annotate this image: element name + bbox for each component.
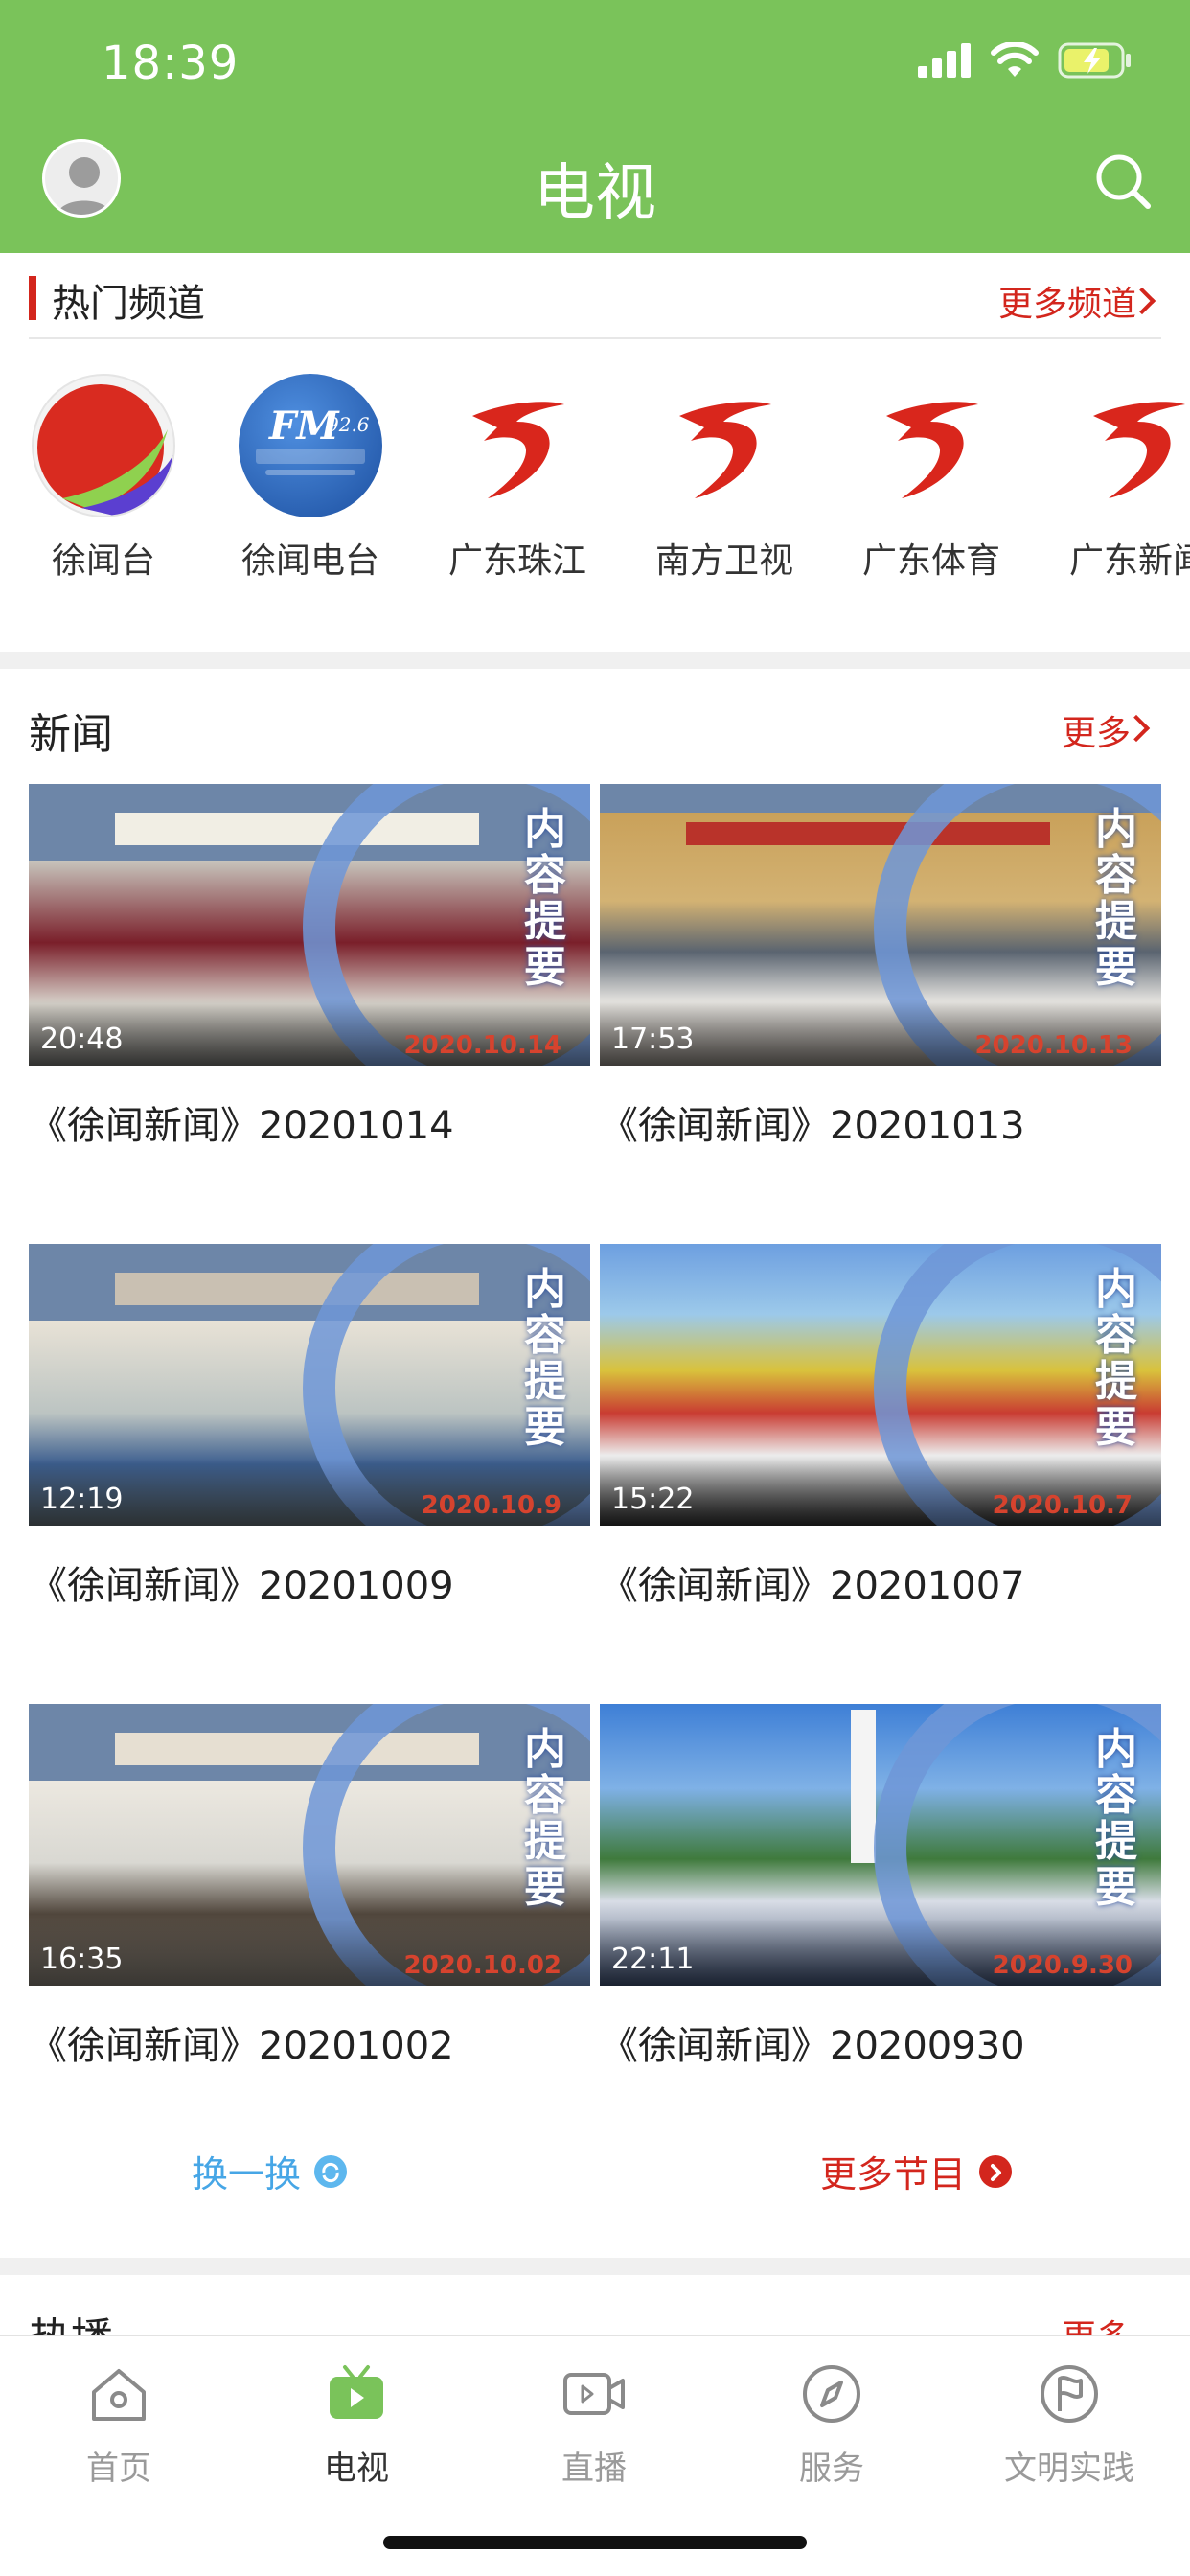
video-duration: 17:53 (611, 1023, 695, 1056)
video-date: 2020.10.02 (403, 1951, 561, 1980)
video-thumbnail: 内容提要 22:11 2020.9.30 (600, 1704, 1161, 1986)
tv-icon (330, 2365, 383, 2419)
section-accent-bar (29, 276, 36, 320)
channel-name: 徐闻电台 (240, 541, 379, 581)
tab-services[interactable]: 服务 (713, 2359, 950, 2489)
section-gap (0, 652, 1190, 669)
channel-name: 南方卫视 (654, 541, 793, 581)
video-duration: 22:11 (611, 1943, 695, 1976)
channel-name: 广东珠江 (447, 541, 586, 581)
channel-item[interactable]: 徐闻台 (0, 374, 207, 583)
thumbnail-overlay-text: 内容提要 (524, 1725, 566, 1912)
status-icons (918, 42, 1133, 79)
news-card-title: 《徐闻新闻》20201002 (29, 2024, 454, 2068)
channel-name: 徐闻台 (51, 541, 155, 581)
more-channels-label: 更多频道 (997, 285, 1136, 324)
news-section: 新闻 更多 内容提要 20:48 2020.10.14 《徐闻新闻》202010… (0, 669, 1190, 2258)
gdtv-logo-icon (446, 374, 589, 518)
more-programs-label: 更多节目 (820, 2153, 967, 2196)
section-gap (0, 2258, 1190, 2275)
news-card[interactable]: 内容提要 12:19 2020.10.9 《徐闻新闻》20201009 (29, 1244, 590, 1610)
video-duration: 20:48 (40, 1023, 124, 1056)
cellular-signal-icon (918, 43, 971, 78)
tab-tv[interactable]: 电视 (238, 2359, 475, 2489)
compass-icon (803, 2365, 860, 2423)
video-camera-icon (563, 2373, 625, 2415)
thumbnail-overlay-text: 内容提要 (524, 1265, 566, 1452)
news-card-title: 《徐闻新闻》20201013 (600, 1104, 1025, 1148)
video-duration: 16:35 (40, 1943, 124, 1976)
gdtv-logo-icon (1066, 374, 1190, 518)
status-time: 18:39 (102, 36, 240, 90)
thumbnail-overlay-text: 内容提要 (1095, 1265, 1137, 1452)
tab-live[interactable]: 直播 (475, 2359, 713, 2489)
tab-label: 服务 (799, 2450, 864, 2488)
news-card-title: 《徐闻新闻》20201014 (29, 1104, 454, 1148)
video-duration: 15:22 (611, 1483, 695, 1516)
thumbnail-overlay-text: 内容提要 (524, 805, 566, 992)
monument (851, 1710, 876, 1863)
channel-name: 广东新闻 (1068, 541, 1190, 581)
channel-item[interactable]: 广东珠江 (414, 374, 621, 583)
video-thumbnail: 内容提要 17:53 2020.10.13 (600, 784, 1161, 1066)
news-card-title: 《徐闻新闻》20201007 (600, 1564, 1025, 1608)
video-thumbnail: 内容提要 15:22 2020.10.7 (600, 1244, 1161, 1526)
tab-label: 文明实践 (1004, 2450, 1134, 2488)
thumbnail-overlay-text: 内容提要 (1095, 805, 1137, 992)
news-card[interactable]: 内容提要 16:35 2020.10.02 《徐闻新闻》20201002 (29, 1704, 590, 2070)
video-date: 2020.9.30 (992, 1951, 1133, 1980)
news-more-label: 更多 (1061, 714, 1131, 753)
news-card-title: 《徐闻新闻》20200930 (600, 2024, 1025, 2068)
tab-label: 首页 (86, 2450, 151, 2488)
chevron-circle-right-icon (979, 2154, 1013, 2188)
video-thumbnail: 内容提要 20:48 2020.10.14 (29, 784, 590, 1066)
hot-channels-title: 热门频道 (52, 282, 205, 326)
more-programs-button[interactable]: 更多节目 (820, 2145, 1013, 2197)
channel-item[interactable]: 广东体育 (828, 374, 1035, 583)
video-date: 2020.10.14 (403, 1031, 561, 1060)
search-button[interactable] (1092, 150, 1154, 212)
video-date: 2020.10.13 (974, 1031, 1133, 1060)
thumbnail-overlay-text: 内容提要 (1095, 1725, 1137, 1912)
home-indicator (383, 2536, 807, 2549)
news-card-title: 《徐闻新闻》20201009 (29, 1564, 454, 1608)
xuwen-tv-logo-icon (32, 374, 175, 518)
tab-civilization-practice[interactable]: 文明实践 (950, 2359, 1188, 2489)
swap-label: 换一换 (192, 2153, 302, 2196)
tab-label: 电视 (324, 2450, 389, 2488)
page-title: 电视 (534, 158, 656, 229)
search-icon (1096, 154, 1151, 209)
swap-button[interactable]: 换一换 (192, 2145, 348, 2197)
divider (29, 337, 1161, 339)
video-duration: 12:19 (40, 1483, 124, 1516)
hot-channels-section: 热门频道 更多频道 徐闻台 FM 92.6 徐闻电台 广东珠江 南方卫视 广东体… (0, 253, 1190, 652)
channel-list: 徐闻台 FM 92.6 徐闻电台 广东珠江 南方卫视 广东体育 广东新闻 (0, 374, 1190, 604)
gdtv-logo-icon (652, 374, 796, 518)
channel-item[interactable]: FM 92.6 徐闻电台 (207, 374, 414, 583)
news-card[interactable]: 内容提要 20:48 2020.10.14 《徐闻新闻》20201014 (29, 784, 590, 1150)
gdtv-logo-icon (859, 374, 1003, 518)
video-date: 2020.10.9 (421, 1491, 561, 1520)
app-header: 18:39 电视 (0, 0, 1190, 253)
home-icon (92, 2369, 146, 2421)
flag-circle-icon (1041, 2365, 1098, 2423)
xuwen-radio-logo-icon: FM 92.6 (239, 374, 382, 518)
news-title: 新闻 (29, 710, 113, 759)
news-card[interactable]: 内容提要 22:11 2020.9.30 《徐闻新闻》20200930 (600, 1704, 1161, 2070)
refresh-icon (314, 2154, 348, 2188)
wifi-icon (991, 42, 1039, 77)
tab-label: 直播 (561, 2450, 627, 2488)
channel-item[interactable]: 南方卫视 (621, 374, 828, 583)
battery-charging-icon (1058, 42, 1131, 79)
news-card[interactable]: 内容提要 15:22 2020.10.7 《徐闻新闻》20201007 (600, 1244, 1161, 1610)
channel-item[interactable]: 广东新闻 (1035, 374, 1190, 583)
news-card[interactable]: 内容提要 17:53 2020.10.13 《徐闻新闻》20201013 (600, 784, 1161, 1150)
video-date: 2020.10.7 (992, 1491, 1133, 1520)
channel-name: 广东体育 (861, 541, 1000, 581)
svg-text:92.6: 92.6 (327, 413, 370, 436)
tab-home[interactable]: 首页 (0, 2359, 238, 2489)
video-thumbnail: 内容提要 12:19 2020.10.9 (29, 1244, 590, 1526)
video-thumbnail: 内容提要 16:35 2020.10.02 (29, 1704, 590, 1986)
